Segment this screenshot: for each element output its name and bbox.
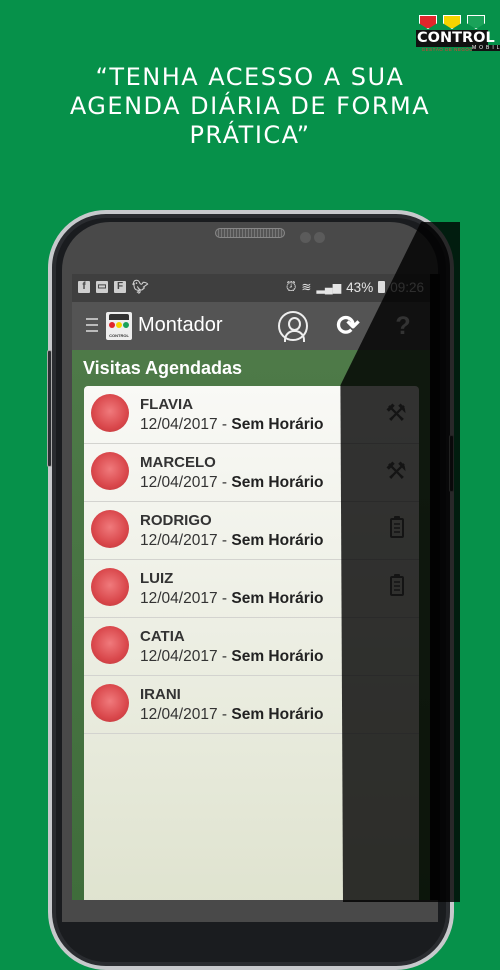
visit-item[interactable]: CATIA 12/04/2017 - Sem Horário	[84, 618, 419, 676]
visit-schedule: 12/04/2017 - Sem Horário	[140, 416, 324, 433]
visit-item[interactable]: IRANI 12/04/2017 - Sem Horário	[84, 676, 419, 734]
status-dot	[91, 568, 129, 606]
help-icon[interactable]: ?	[388, 311, 418, 341]
tools-icon[interactable]: ⚒︎	[383, 400, 409, 428]
sensor-dot	[300, 232, 311, 243]
logo-sub: MOBILE	[472, 45, 500, 51]
visit-schedule: 12/04/2017 - Sem Horário	[140, 648, 324, 665]
signal-icon: ▂▄▆	[316, 281, 342, 294]
clipboard-icon[interactable]	[390, 574, 404, 596]
clock: 09:26	[390, 279, 424, 295]
visit-name: CATIA	[140, 628, 185, 645]
visit-name: MARCELO	[140, 454, 216, 471]
status-dot	[91, 626, 129, 664]
red-flag-icon	[419, 15, 437, 29]
refresh-icon[interactable]: ⟳	[333, 311, 363, 341]
alarm-icon: ⏰︎	[285, 279, 297, 294]
content-area: Visitas Agendadas FLAVIA 12/04/2017 - Se…	[72, 350, 430, 900]
flipboard-icon: F	[114, 281, 126, 293]
visit-item[interactable]: LUIZ 12/04/2017 - Sem Horário	[84, 560, 419, 618]
app-toolbar: CONTROL Montador ⟳ ?	[72, 302, 430, 350]
screen: f ▭ F 🐦︎ ⏰︎ ≋ ▂▄▆ 43% 09:26 CONTROL Mont…	[72, 274, 430, 900]
visit-schedule: 12/04/2017 - Sem Horário	[140, 590, 324, 607]
headline-line: “TENHA ACESSO A SUA	[95, 63, 405, 91]
app-title: Montador	[138, 314, 223, 336]
battery-percent: 43%	[346, 279, 374, 295]
visit-name: RODRIGO	[140, 512, 212, 529]
facebook-icon: f	[78, 281, 90, 293]
screen-bezel-right	[430, 274, 440, 900]
tools-icon[interactable]: ⚒︎	[383, 458, 409, 486]
sensor-dot	[314, 232, 325, 243]
status-dot	[91, 684, 129, 722]
hamburger-icon[interactable]	[86, 318, 98, 332]
gallery-icon: ▭	[96, 281, 108, 293]
volume-button	[47, 350, 52, 467]
visit-item[interactable]: RODRIGO 12/04/2017 - Sem Horário	[84, 502, 419, 560]
headline-line: PRÁTICA”	[189, 121, 311, 149]
visit-name: FLAVIA	[140, 396, 194, 413]
visits-list: FLAVIA 12/04/2017 - Sem Horário ⚒︎ MARCE…	[84, 386, 419, 900]
user-icon[interactable]	[278, 311, 308, 342]
green-flag-icon	[467, 15, 485, 29]
logo-flags	[419, 15, 485, 29]
power-button	[449, 435, 454, 492]
app-logo: CONTROL	[106, 312, 132, 340]
twitter-icon: 🐦︎	[132, 279, 149, 294]
headline: “TENHA ACESSO A SUA AGENDA DIÁRIA DE FOR…	[0, 63, 500, 150]
status-bar: f ▭ F 🐦︎ ⏰︎ ≋ ▂▄▆ 43% 09:26	[72, 274, 430, 302]
wifi-icon: ≋	[301, 280, 312, 294]
visit-schedule: 12/04/2017 - Sem Horário	[140, 474, 324, 491]
section-title: Visitas Agendadas	[83, 358, 243, 378]
clipboard-icon[interactable]	[390, 516, 404, 538]
status-dot	[91, 452, 129, 490]
status-dot	[91, 394, 129, 432]
visit-item[interactable]: FLAVIA 12/04/2017 - Sem Horário ⚒︎	[84, 386, 419, 444]
visit-name: IRANI	[140, 686, 181, 703]
yellow-flag-icon	[443, 15, 461, 29]
visit-schedule: 12/04/2017 - Sem Horário	[140, 532, 324, 549]
control-mobile-logo: CONTROL MOBILE GESTÃO DE NEGÓCIOS	[416, 15, 500, 65]
speaker-grille	[215, 228, 285, 238]
status-dot	[91, 510, 129, 548]
headline-line: AGENDA DIÁRIA DE FORMA	[69, 92, 431, 120]
visit-item[interactable]: MARCELO 12/04/2017 - Sem Horário ⚒︎	[84, 444, 419, 502]
battery-icon	[378, 281, 386, 293]
visit-schedule: 12/04/2017 - Sem Horário	[140, 706, 324, 723]
visit-name: LUIZ	[140, 570, 174, 587]
